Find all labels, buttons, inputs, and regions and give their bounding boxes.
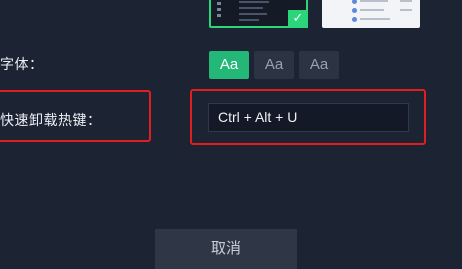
preview-sidebar-dot (217, 8, 221, 11)
check-icon: ✓ (288, 10, 308, 28)
highlight-box-field (190, 89, 426, 145)
preview-row (360, 9, 384, 11)
theme-light-preview[interactable] (322, 0, 420, 28)
preview-avatar-dot (352, 17, 357, 22)
theme-dark-preview[interactable]: ✓ (209, 0, 308, 28)
preview-row (400, 0, 412, 2)
font-label: 字体： (0, 57, 44, 73)
preview-sidebar-dot (217, 14, 221, 17)
preview-row (239, 1, 269, 3)
preview-avatar-dot (352, 0, 357, 4)
preview-row (239, 19, 259, 21)
preview-row (360, 0, 388, 2)
cancel-button[interactable]: 取消 (155, 229, 297, 269)
preview-avatar-dot (352, 8, 357, 13)
font-option-medium[interactable]: Aa (254, 51, 294, 79)
preview-row (239, 13, 267, 15)
preview-sidebar-dot (217, 2, 221, 5)
preview-row (360, 18, 390, 20)
preview-row (400, 9, 412, 11)
highlight-box-label (0, 90, 151, 142)
font-option-large[interactable]: Aa (299, 51, 339, 79)
font-option-small[interactable]: Aa (209, 51, 249, 79)
preview-row (239, 7, 263, 9)
